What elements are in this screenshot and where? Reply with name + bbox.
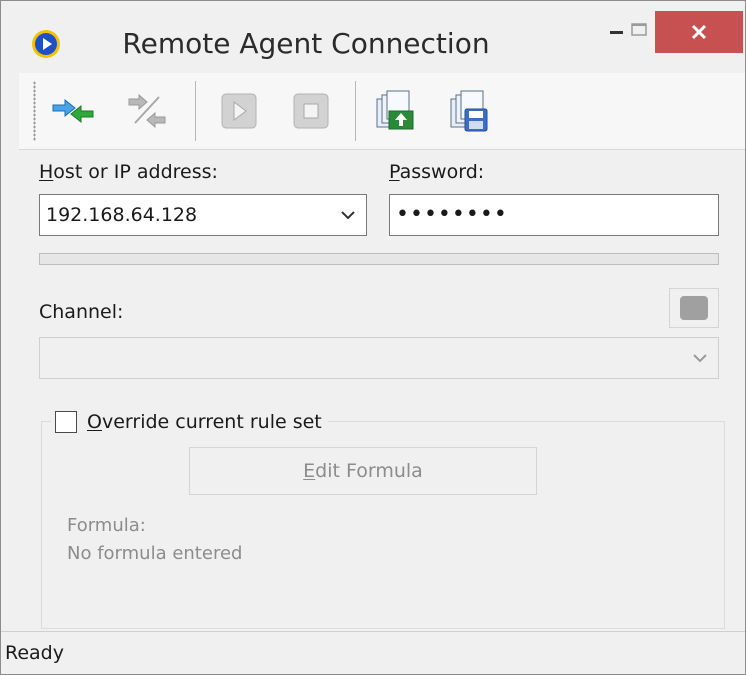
toolbar-separator (355, 81, 356, 141)
toolbar-grip[interactable] (33, 81, 36, 141)
status-text: Ready (5, 642, 64, 664)
close-icon (691, 24, 707, 40)
status-bar: Ready (1, 631, 745, 674)
connection-progress-bar (39, 253, 719, 265)
play-button[interactable] (215, 87, 263, 135)
remote-agent-connection-window: Remote Agent Connection Host or IP addre… (0, 0, 746, 675)
password-field[interactable]: •••••••• (389, 194, 719, 236)
formula-label: Formula: (67, 515, 146, 536)
channel-button-icon (680, 296, 708, 320)
close-button[interactable] (655, 11, 743, 53)
disconnect-button[interactable] (123, 87, 171, 135)
override-checkbox-row[interactable]: Override current rule set (51, 407, 328, 437)
play-icon (221, 93, 257, 129)
host-combobox[interactable]: 192.168.64.128 (39, 194, 367, 236)
host-value: 192.168.64.128 (46, 204, 198, 226)
edit-formula-button[interactable]: Edit Formula (189, 447, 537, 495)
toolbar (19, 73, 745, 150)
export-icon (376, 90, 414, 130)
connect-icon (52, 98, 94, 124)
chevron-down-icon[interactable] (688, 338, 712, 378)
password-value: •••••••• (396, 202, 508, 227)
formula-value: No formula entered (67, 543, 243, 564)
maximize-icon (631, 23, 647, 36)
password-label: Password: (389, 161, 485, 183)
connect-button[interactable] (49, 87, 97, 135)
toolbar-separator (195, 81, 196, 141)
channel-button[interactable] (669, 288, 719, 328)
host-label: Host or IP address: (39, 161, 218, 183)
save-icon (450, 90, 488, 132)
override-label: Override current rule set (87, 411, 322, 433)
override-checkbox[interactable] (55, 411, 77, 433)
export-button[interactable] (371, 87, 419, 135)
disconnect-icon (128, 93, 166, 129)
channel-combobox[interactable] (39, 337, 719, 379)
save-button[interactable] (445, 87, 493, 135)
window-title: Remote Agent Connection (122, 27, 490, 60)
chevron-down-icon[interactable] (336, 195, 360, 235)
stop-button[interactable] (287, 87, 335, 135)
channel-label: Channel: (39, 301, 124, 323)
title-bar[interactable]: Remote Agent Connection (1, 1, 745, 71)
stop-icon (293, 93, 329, 129)
